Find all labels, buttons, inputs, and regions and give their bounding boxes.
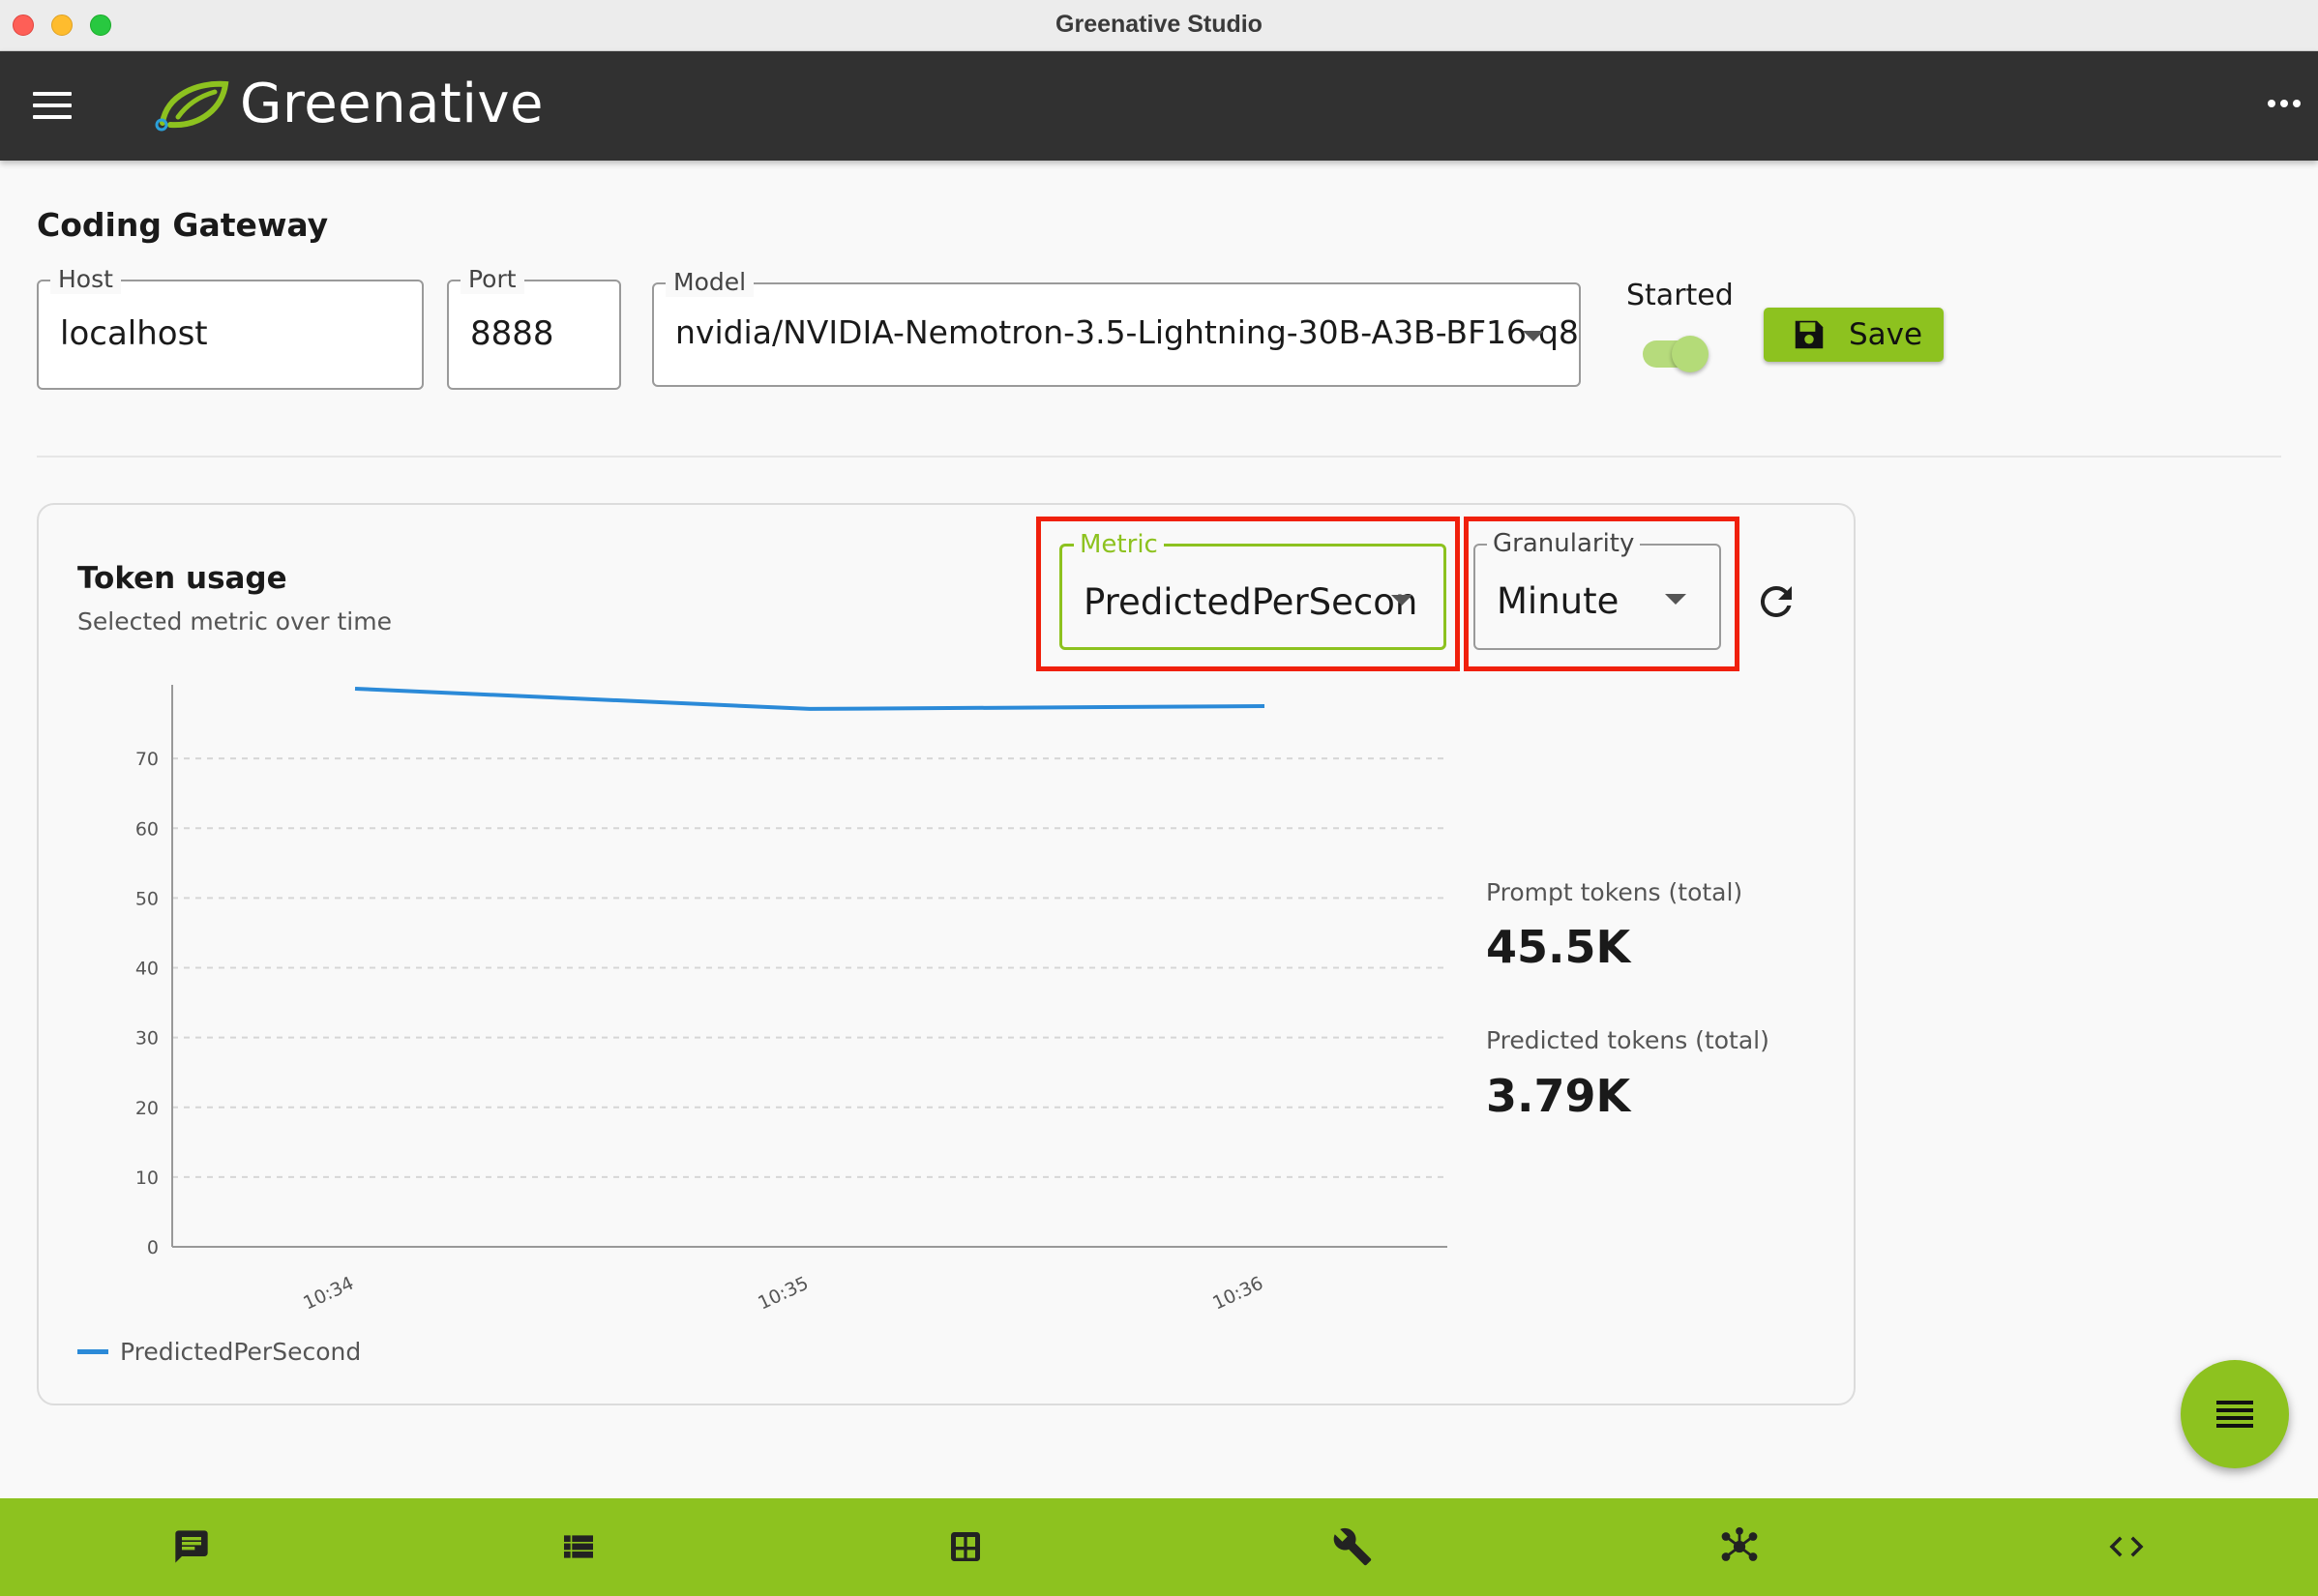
more-options-icon[interactable] [2268,100,2301,107]
token-usage-chart: 0 10 20 30 40 50 60 70 10:34 10:35 10:36 [135,685,1447,1315]
nav-network[interactable] [1710,1522,1768,1572]
save-label: Save [1849,317,1923,352]
grid-icon [951,1532,980,1561]
brand-name: Greenative [240,73,545,135]
y-tick-label: 20 [135,1098,159,1119]
prompt-tokens-label: Prompt tokens (total) [1486,878,1743,906]
port-label: Port [461,265,524,294]
legend-label: PredictedPerSecond [120,1338,362,1366]
log-panel-button[interactable] [2181,1360,2289,1468]
chevron-down-icon [1523,331,1544,341]
port-field[interactable]: Port 8888 [447,265,621,390]
y-tick-label: 0 [147,1237,159,1258]
nav-grid[interactable] [936,1522,995,1572]
predicted-tokens-value: 3.79K [1486,1070,1631,1122]
granularity-select[interactable]: Granularity Minute [1473,529,1721,650]
model-select[interactable]: Model nvidia/NVIDIA-Nemotron-3.5-Lightni… [652,268,1581,387]
nav-code[interactable] [2097,1522,2155,1572]
chevron-down-icon [1391,595,1412,606]
y-tick-label: 10 [135,1167,159,1189]
model-label: Model [666,268,755,297]
chart-legend: PredictedPerSecond [77,1338,361,1366]
nav-chat[interactable] [163,1522,221,1572]
card-subtitle: Selected metric over time [77,607,392,635]
leaf-logo-icon [155,80,229,132]
hamburger-menu-icon[interactable] [33,92,72,121]
app-header: Greenative [0,51,2318,161]
host-label: Host [50,265,121,294]
refresh-icon[interactable] [1753,578,1799,625]
metric-value: PredictedPerSecon [1084,581,1418,623]
x-tick-label: 10:34 [300,1273,357,1315]
page-title: Coding Gateway [37,206,329,244]
model-value: nvidia/NVIDIA-Nemotron-3.5-Lightning-30B… [675,313,1579,351]
toggle-knob [1672,336,1709,372]
series-line [354,687,1265,711]
save-button[interactable]: Save [1764,308,1944,362]
predicted-tokens-label: Predicted tokens (total) [1486,1026,1769,1054]
host-value: localhost [60,314,208,353]
legend-swatch [77,1349,108,1354]
granularity-value: Minute [1497,580,1620,622]
chat-icon [175,1530,208,1563]
prompt-tokens-value: 45.5K [1486,921,1631,973]
metric-label: Metric [1074,530,1164,559]
nav-tools[interactable] [1323,1522,1382,1572]
menu-lines-icon [2216,1401,2253,1428]
metric-select[interactable]: Metric PredictedPerSecon [1059,530,1446,650]
host-field[interactable]: Host localhost [37,265,424,390]
network-icon [1721,1527,1758,1561]
x-tick-label: 10:35 [755,1273,812,1315]
window-title: Greenative Studio [1055,11,1263,38]
window-titlebar: Greenative Studio [0,0,2318,51]
list-icon [564,1535,593,1558]
y-tick-label: 50 [135,888,159,909]
y-tick-label: 60 [135,818,159,840]
section-divider [37,456,2281,458]
bottom-navigation [0,1498,2318,1596]
started-toggle[interactable] [1643,336,1709,372]
granularity-label: Granularity [1487,529,1641,558]
x-tick-label: 10:36 [1209,1273,1266,1315]
y-tick-label: 40 [135,959,159,980]
y-tick-label: 30 [135,1028,159,1049]
card-title: Token usage [77,561,287,596]
chevron-down-icon [1665,594,1686,605]
floppy-disk-icon [1795,320,1824,349]
code-icon [2109,1536,2144,1557]
y-tick-label: 70 [135,749,159,770]
wrench-icon [1333,1527,1372,1566]
port-value: 8888 [470,314,554,353]
nav-list[interactable] [550,1522,608,1572]
started-label: Started [1626,279,1734,312]
